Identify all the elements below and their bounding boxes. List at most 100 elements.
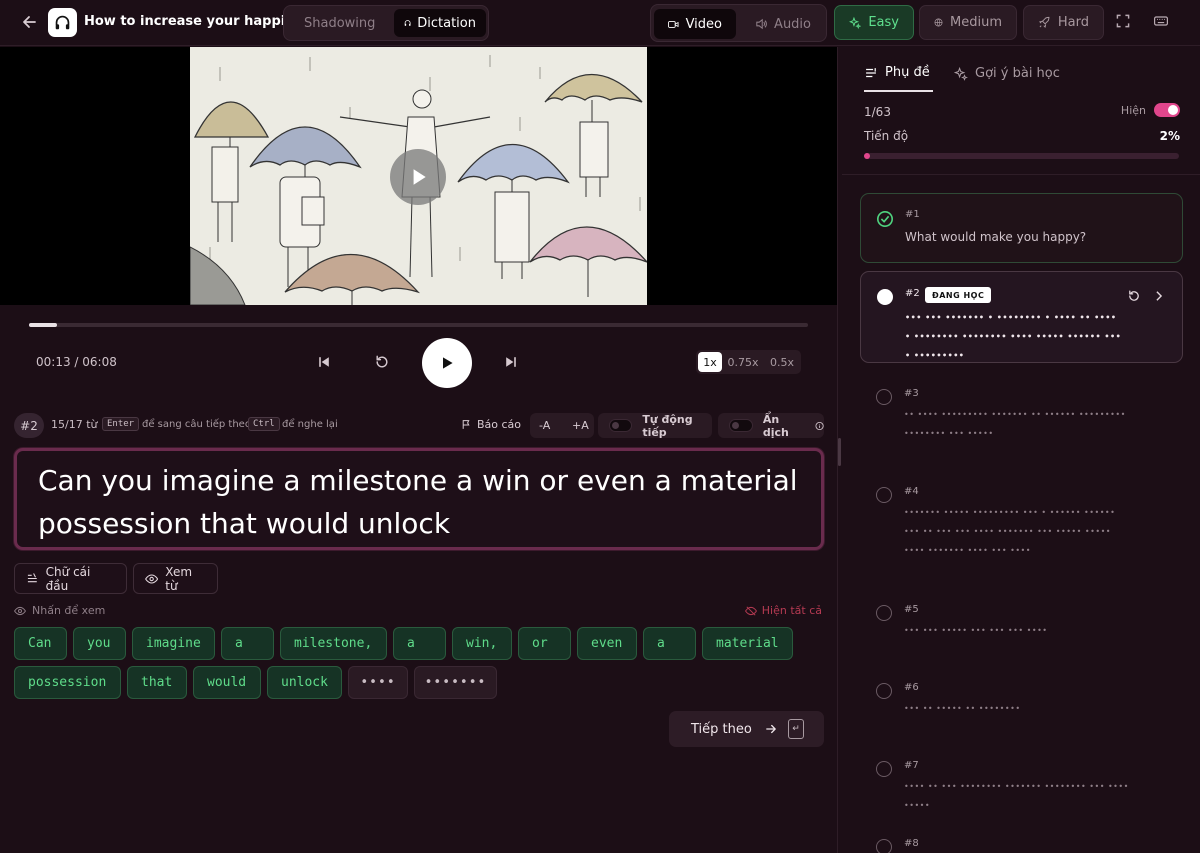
play-button[interactable] <box>422 338 472 388</box>
studying-badge: ĐANG HỌC <box>925 287 992 303</box>
decrease-font-button[interactable]: -A <box>539 419 550 432</box>
word-chip[interactable]: or <box>518 627 571 660</box>
keyboard-icon[interactable] <box>1153 13 1171 31</box>
item-text-masked: ••• ••• ••••••• • •••••••• • •••• •• •••… <box>905 313 1122 360</box>
chevron-right-icon[interactable] <box>1152 289 1166 303</box>
item-text-masked: •• •••• ••••••••• ••••••• •• •••••• ••••… <box>904 410 1126 438</box>
speed-075x-button[interactable]: 0.75x <box>726 352 760 372</box>
show-transcript-toggle[interactable]: Hiện <box>1121 103 1180 117</box>
shadowing-tab[interactable]: Shadowing <box>288 9 384 37</box>
transcript-panel: Phụ đề Gợi ý bài học 1/63 Hiện Tiến độ 2… <box>842 47 1200 853</box>
playback-progress-bar[interactable] <box>29 323 808 327</box>
video-tab[interactable]: Video <box>654 9 736 39</box>
arrow-right-icon <box>765 724 776 734</box>
report-button[interactable]: Báo cáo <box>461 418 521 431</box>
sparkles-icon <box>849 16 862 29</box>
video-camera-icon <box>668 20 679 28</box>
replay-icon[interactable] <box>1127 289 1141 303</box>
hard-level-button[interactable]: Hard <box>1023 5 1104 40</box>
word-chip[interactable]: a <box>643 627 696 660</box>
playback-progress-fill <box>29 323 58 327</box>
panel-separator <box>842 174 1200 175</box>
dictation-tab[interactable]: Dictation <box>394 9 486 37</box>
first-letter-hint-button[interactable]: Chữ cái đầu <box>14 563 127 594</box>
info-icon <box>815 421 824 430</box>
text-align-icon <box>27 573 37 583</box>
transcript-item-2[interactable]: #2 ĐANG HỌC ••• ••• ••••••• • •••••••• •… <box>860 271 1183 363</box>
word-chip[interactable]: imagine <box>132 627 215 660</box>
item-text-masked: ••••••• ••••• ••••••••• ••• • •••••• •••… <box>904 508 1116 555</box>
previous-sentence-icon[interactable] <box>316 354 334 372</box>
auto-next-toggle[interactable]: Tự động tiếp <box>598 413 712 439</box>
transcript-item-1[interactable]: #1 What would make you happy? <box>860 193 1183 263</box>
speed-1x-button[interactable]: 1x <box>698 352 722 372</box>
dictation-input[interactable]: Can you imagine a milestone a win or eve… <box>14 448 824 550</box>
word-chip[interactable]: milestone, <box>280 627 387 660</box>
tab-subtitles[interactable]: Phụ đề <box>864 55 933 92</box>
word-count: 15/17 từ <box>51 418 98 431</box>
easy-level-button[interactable]: Easy <box>834 5 914 40</box>
playback-speed-selector: 1x 0.75x 0.5x <box>696 350 801 374</box>
show-all-button[interactable]: Hiện tất cả <box>744 604 822 617</box>
progress-label: Tiến độ <box>864 129 909 143</box>
word-chip[interactable]: material <box>702 627 793 660</box>
subtitles-icon <box>866 67 876 77</box>
play-icon <box>443 357 453 369</box>
word-chip[interactable]: Can <box>14 627 67 660</box>
word-chip[interactable]: win, <box>452 627 512 660</box>
resize-handle[interactable] <box>838 438 841 466</box>
item-text-masked: •••• •• ••• •••••••• ••••••• •••••••• ••… <box>904 782 1129 810</box>
video-player[interactable] <box>0 47 837 305</box>
show-transcript-switch[interactable] <box>1154 103 1180 117</box>
pending-circle-icon <box>876 487 892 503</box>
audio-tab[interactable]: Audio <box>741 9 825 39</box>
hide-translation-switch[interactable] <box>729 419 753 432</box>
enter-key-icon: ↵ <box>788 719 804 739</box>
item-number: #6 <box>904 682 919 693</box>
item-number: #7 <box>904 760 919 771</box>
tab-lesson-suggestions[interactable]: Gợi ý bài học <box>954 55 1064 92</box>
sparkles-icon <box>954 66 968 81</box>
word-chip[interactable]: a <box>221 627 274 660</box>
practice-mode-switch: Shadowing Dictation <box>283 5 489 41</box>
word-chip[interactable]: unlock <box>267 666 342 699</box>
lesson-progress-fill <box>864 153 871 159</box>
word-chip[interactable]: •••• <box>348 666 408 699</box>
font-size-control: -A +A <box>530 413 594 438</box>
video-play-overlay-icon[interactable] <box>390 149 446 205</box>
word-chip[interactable]: a <box>393 627 446 660</box>
progress-percent: 2% <box>1159 129 1180 143</box>
auto-next-switch[interactable] <box>609 419 633 432</box>
back-arrow-icon[interactable] <box>20 12 40 32</box>
eye-icon <box>14 606 26 615</box>
next-sentence-icon[interactable] <box>503 354 521 372</box>
flag-icon <box>462 420 470 429</box>
pending-circle-icon <box>876 605 892 621</box>
globe-icon <box>934 18 943 27</box>
word-chip[interactable]: even <box>577 627 637 660</box>
check-circle-icon <box>876 210 894 228</box>
speaker-icon <box>756 18 767 30</box>
next-button[interactable]: Tiếp theo ↵ <box>669 711 824 747</box>
word-chip[interactable]: ••••••• <box>414 666 497 699</box>
word-chip[interactable]: that <box>127 666 187 699</box>
tap-to-view-label: Nhấn để xem <box>14 604 105 617</box>
pending-circle-icon <box>876 389 892 405</box>
eye-icon <box>145 573 159 584</box>
dictation-toolbar: #2 15/17 từ Enter để sang câu tiếp theo … <box>14 413 824 439</box>
word-chip[interactable]: would <box>193 666 261 699</box>
hide-translation-toggle[interactable]: Ẩn dịch <box>718 413 824 439</box>
fullscreen-icon[interactable] <box>1115 13 1133 31</box>
view-word-hint-button[interactable]: Xem từ <box>133 563 218 594</box>
replay-icon[interactable] <box>374 354 392 372</box>
word-chip[interactable]: possession <box>14 666 121 699</box>
increase-font-button[interactable]: +A <box>572 419 589 432</box>
sentence-number-badge: #2 <box>14 413 44 438</box>
ctrl-key-hint: Ctrl <box>248 417 280 431</box>
medium-level-button[interactable]: Medium <box>919 5 1017 40</box>
item-number: #3 <box>904 388 919 399</box>
pending-circle-icon <box>876 761 892 777</box>
lesson-progress-bar <box>864 153 1179 159</box>
speed-05x-button[interactable]: 0.5x <box>766 352 798 372</box>
word-chip[interactable]: you <box>73 627 126 660</box>
